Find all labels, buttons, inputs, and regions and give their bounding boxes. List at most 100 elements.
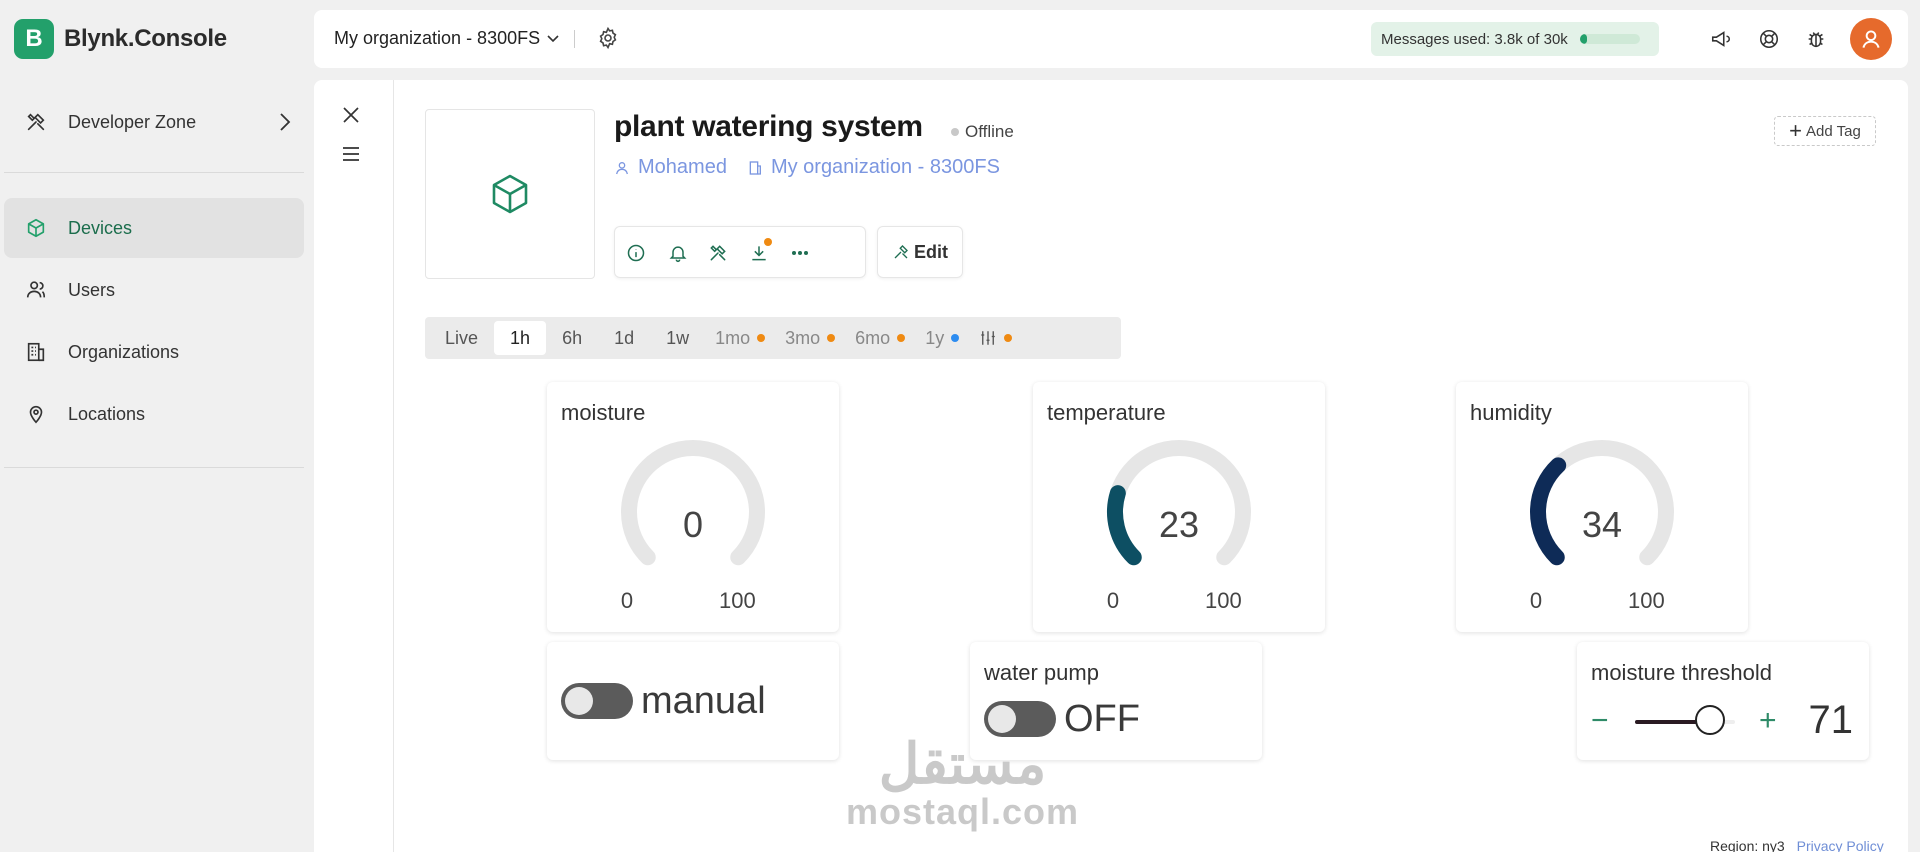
users-icon [22,276,50,304]
sidebar-item-users[interactable]: Users [4,260,304,320]
watermark-latin: mostaql.com [846,791,1080,832]
humidity-gauge-widget[interactable]: humidity 34 0 100 [1456,382,1748,632]
edit-label: Edit [914,241,948,262]
manual-switch-widget: manual [547,642,839,760]
threshold-value: 71 [1808,698,1854,742]
status-dot [951,128,959,136]
sidebar-item-label: Users [68,279,116,300]
device-image[interactable] [425,109,595,279]
bell-icon[interactable] [665,240,691,266]
gauge-max: 100 [1628,588,1665,613]
time-range-tabs: Live 1h 6h 1d 1w 1mo 3mo 6mo 1y [425,317,1121,359]
sidebar-item-organizations[interactable]: Organizations [4,322,304,382]
tab-1d[interactable]: 1d [598,321,650,355]
tab-3mo[interactable]: 3mo [775,321,845,355]
slider-handle[interactable] [1695,705,1725,735]
tab-label: 1h [510,327,531,348]
region-label: Region: ny3 [1710,838,1785,852]
tab-1mo[interactable]: 1mo [705,321,775,355]
tab-1h[interactable]: 1h [494,321,547,355]
bug-icon[interactable] [1803,26,1829,52]
toggle-knob [988,705,1016,733]
temperature-gauge-widget[interactable]: temperature 23 0 100 [1033,382,1325,632]
manual-toggle[interactable] [561,683,633,719]
widget-title: water pump [984,660,1099,685]
decrement-button[interactable]: − [1591,704,1609,738]
gauge-min: 0 [1106,588,1120,613]
tools-icon [894,245,908,259]
widget-title: humidity [1470,400,1552,425]
sidebar-item-label: Devices [68,217,133,238]
premium-dot [897,334,906,342]
gauge-value: 34 [1581,504,1623,545]
tab-label: Live [445,327,479,348]
download-icon[interactable] [746,238,772,266]
menu-icon[interactable] [342,146,360,167]
notification-dot [764,238,772,246]
tab-6h[interactable]: 6h [546,321,598,355]
privacy-policy-link[interactable]: Privacy Policy [1797,838,1884,852]
moisture-threshold-widget: moisture threshold − + 71 [1577,642,1869,760]
tab-live[interactable]: Live [429,321,494,355]
sidebar-item-devices[interactable]: Devices [4,198,304,258]
tab-label: 1y [925,327,945,348]
blynk-logo: B [14,19,54,59]
sliders-icon [981,331,995,345]
tab-label: 1w [666,327,690,348]
plus-icon: + [1789,118,1803,143]
avatar[interactable] [1850,18,1892,60]
messages-used-value: 3.8k of 30k [1494,30,1568,48]
watermark-arabic: مستقل [878,732,1047,795]
tools-icon[interactable] [705,240,731,266]
widget-title: moisture [561,400,646,425]
premium-dot [757,334,766,342]
tab-label: 6mo [855,327,891,348]
brand[interactable]: B Blynk.Console [14,18,227,60]
sidebar-item-label: Developer Zone [68,111,197,132]
sidebar-item-locations[interactable]: Locations [4,384,304,444]
tab-1w[interactable]: 1w [650,321,705,355]
device-actions [614,226,866,278]
tab-6mo[interactable]: 6mo [845,321,915,355]
edit-button[interactable]: Edit [877,226,963,278]
tab-label: 1d [614,327,635,348]
more-options-icon[interactable] [787,240,813,266]
top-bar: My organization - 8300FS Messages used: … [314,10,1908,68]
messages-used-indicator[interactable]: Messages used: 3.8k of 30k [1371,22,1659,56]
device-owner-link[interactable]: Mohamed [614,156,727,179]
device-meta: Mohamed My organization - 8300FS [614,156,1020,179]
organization-selector[interactable]: My organization - 8300FS [334,28,560,49]
widget-title: moisture threshold [1591,660,1772,685]
messages-progress-fill [1579,34,1588,44]
widget-title: temperature [1047,400,1166,425]
app-name: Blynk.Console [64,25,227,52]
info-icon[interactable] [623,240,649,266]
chevron-right-icon [274,110,294,139]
device-org-link[interactable]: My organization - 8300FS [747,156,1000,179]
gauge-max: 100 [719,588,756,613]
premium-dot [951,334,960,342]
divider [4,467,304,468]
custom-range-button[interactable] [969,321,1022,355]
gauge-value: 0 [682,504,704,545]
sidebar-item-label: Locations [68,403,146,424]
status-text: Offline [965,122,1014,141]
megaphone-icon[interactable] [1708,26,1734,52]
panel-toolbar [314,80,394,852]
help-lifebuoy-icon[interactable] [1756,26,1782,52]
moisture-gauge-widget[interactable]: moisture 0 0 100 [547,382,839,632]
gauge-value: 23 [1158,504,1200,545]
gear-icon[interactable] [596,26,620,55]
device-owner: Mohamed [638,156,727,178]
building-icon [749,160,761,175]
tab-1y[interactable]: 1y [915,321,969,355]
toggle-knob [565,687,593,715]
device-org: My organization - 8300FS [770,156,1000,178]
add-tag-button[interactable]: + Add Tag [1774,116,1876,146]
device-title: plant watering system [614,110,923,143]
increment-button[interactable]: + [1759,704,1777,738]
tab-label: 1mo [715,327,751,348]
tab-label: 6h [562,327,583,348]
close-icon[interactable] [342,106,360,129]
sidebar-item-developer-zone[interactable]: Developer Zone [4,92,304,152]
